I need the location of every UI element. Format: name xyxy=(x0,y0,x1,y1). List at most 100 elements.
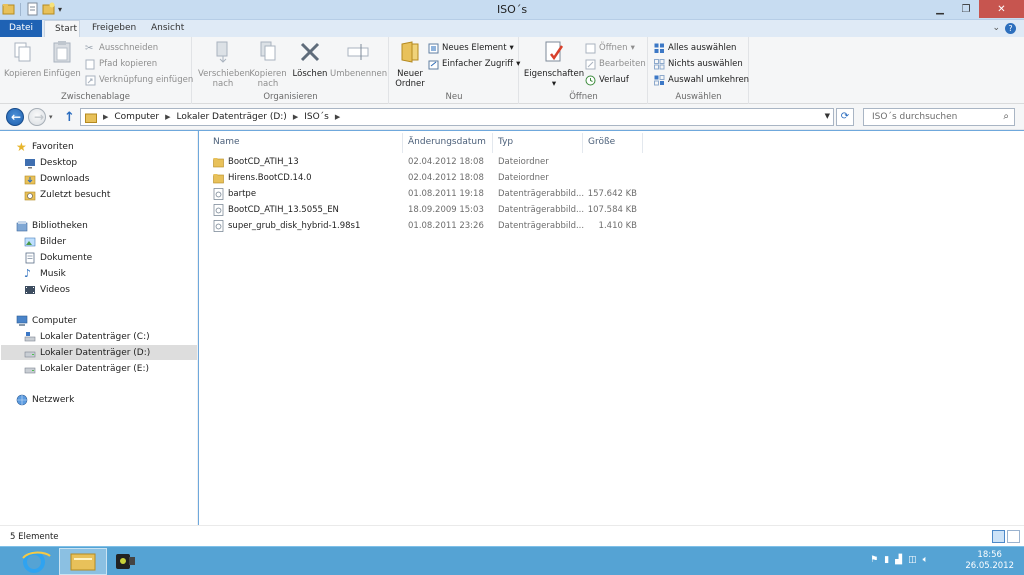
nav-libraries[interactable]: Bibliotheken xyxy=(16,218,88,233)
tab-start[interactable]: Start xyxy=(44,20,80,37)
breadcrumb-arrow-icon[interactable]: ▶ xyxy=(335,113,340,121)
column-header-date[interactable]: Änderungsdatum xyxy=(408,137,486,147)
breadcrumb-isos[interactable]: ISO´s xyxy=(304,112,329,122)
open-button[interactable]: Öffnen ▾ xyxy=(585,41,635,55)
copy-button[interactable]: Kopieren xyxy=(4,40,41,79)
recent-locations-icon[interactable]: ▾ xyxy=(49,113,53,121)
nav-computer[interactable]: Computer xyxy=(16,313,77,328)
file-explorer-taskbar-button[interactable] xyxy=(59,548,107,575)
nav-music[interactable]: ♪ Musik xyxy=(24,266,66,281)
table-row[interactable]: BootCD_ATIH_13.5055_EN 18.09.2009 15:03 … xyxy=(209,202,639,218)
tab-file[interactable]: Datei xyxy=(0,20,42,37)
copy-to-button[interactable]: Kopieren nach xyxy=(249,40,287,89)
edit-button[interactable]: Bearbeiten xyxy=(585,57,646,71)
maximize-button[interactable]: ❐ xyxy=(953,0,979,18)
nav-drive-e[interactable]: Lokaler Datenträger (E:) xyxy=(24,361,149,376)
nav-drive-c[interactable]: Lokaler Datenträger (C:) xyxy=(24,329,150,344)
network-tray-icon[interactable]: ◫ xyxy=(908,555,917,565)
column-divider[interactable] xyxy=(642,133,643,153)
videos-icon xyxy=(25,285,35,294)
group-open: Eigenschaften ▾ Öffnen ▾ Bearbeiten Verla… xyxy=(520,37,648,104)
copy-path-button[interactable]: Pfad kopieren xyxy=(85,57,157,71)
nav-favorites[interactable]: ★ Favoriten xyxy=(16,139,74,154)
invert-selection-button[interactable]: Auswahl umkehren xyxy=(654,73,749,87)
refresh-button[interactable]: ⟳ xyxy=(836,108,854,126)
breadcrumb-computer[interactable]: Computer xyxy=(114,112,159,122)
signal-icon[interactable]: ▟ xyxy=(895,555,902,565)
move-to-button[interactable]: Verschieben nach xyxy=(198,40,250,89)
ribbon-collapse-icon[interactable]: ⌄ xyxy=(992,23,1000,33)
breadcrumb-drive-d[interactable]: Lokaler Datenträger (D:) xyxy=(177,112,287,122)
forward-button[interactable]: → xyxy=(28,108,46,126)
table-row[interactable]: BootCD_ATIH_13 02.04.2012 18:08 Dateiord… xyxy=(209,154,639,170)
back-button[interactable]: ← xyxy=(6,108,24,126)
nav-videos[interactable]: Videos xyxy=(24,282,70,297)
desktop-icon xyxy=(25,158,35,168)
paste-shortcut-button[interactable]: Verknüpfung einfügen xyxy=(85,73,193,87)
volume-icon[interactable]: 🔈︎ xyxy=(923,555,928,565)
customize-toolbar-icon[interactable]: ▾ xyxy=(58,5,62,14)
table-row[interactable]: super_grub_disk_hybrid-1.98s1 01.08.2011… xyxy=(209,218,639,234)
nav-drive-d[interactable]: Lokaler Datenträger (D:) xyxy=(1,345,197,360)
new-item-button[interactable]: Neues Element ▾ xyxy=(428,41,514,55)
rename-button[interactable]: Umbenennen xyxy=(330,40,387,79)
copy-path-icon xyxy=(85,59,95,69)
battery-icon[interactable]: ▮ xyxy=(884,555,889,565)
window-title: ISO´s xyxy=(496,3,528,16)
column-header-size[interactable]: Größe xyxy=(588,137,615,147)
group-label-clipboard: Zwischenablage xyxy=(60,92,131,102)
flag-icon[interactable]: ⚑ xyxy=(870,555,878,565)
paste-icon xyxy=(53,41,71,63)
select-none-button[interactable]: Nichts auswählen xyxy=(654,57,743,71)
table-row[interactable]: Hirens.BootCD.14.0 02.04.2012 18:08 Date… xyxy=(209,170,639,186)
table-row[interactable]: bartpe 01.08.2011 19:18 Datenträgerabbil… xyxy=(209,186,639,202)
navigation-pane: ★ Favoriten Desktop Downloads Zuletzt be… xyxy=(0,131,198,525)
nav-documents[interactable]: Dokumente xyxy=(24,250,92,265)
delete-button[interactable]: Löschen xyxy=(292,40,328,79)
minimize-button[interactable]: ▁ xyxy=(927,0,953,18)
properties-icon[interactable] xyxy=(26,2,39,16)
nav-downloads[interactable]: Downloads xyxy=(24,171,89,186)
breadcrumb-arrow-icon[interactable]: ▶ xyxy=(293,113,298,121)
nav-desktop[interactable]: Desktop xyxy=(24,155,77,170)
new-folder-icon[interactable] xyxy=(42,2,55,16)
paste-button[interactable]: Einfügen xyxy=(43,40,81,79)
column-header-name[interactable]: Name xyxy=(213,137,240,147)
help-icon[interactable]: ? xyxy=(1005,23,1016,34)
new-folder-button[interactable]: Neuer Ordner xyxy=(393,40,427,89)
dropdown-arrow-icon: ▾ xyxy=(509,43,514,53)
internet-explorer-button[interactable] xyxy=(10,548,58,575)
tab-view[interactable]: Ansicht xyxy=(141,20,194,37)
folder-icon xyxy=(85,113,97,123)
history-button[interactable]: Verlauf xyxy=(585,73,629,87)
address-history-dropdown-icon[interactable]: ▼ xyxy=(825,112,830,120)
breadcrumb-arrow-icon[interactable]: ▶ xyxy=(103,113,108,121)
cut-button[interactable]: ✂ Ausschneiden xyxy=(85,41,158,55)
close-button[interactable]: ✕ xyxy=(979,0,1024,18)
nav-pictures[interactable]: Bilder xyxy=(24,234,66,249)
libraries-icon xyxy=(16,220,28,231)
column-divider[interactable] xyxy=(492,133,493,153)
details-view-button[interactable] xyxy=(992,530,1005,543)
nav-network[interactable]: Netzwerk xyxy=(16,392,74,407)
up-arrow-icon[interactable]: ↑ xyxy=(64,110,75,125)
properties-button[interactable]: Eigenschaften ▾ xyxy=(522,40,586,89)
column-header-type[interactable]: Typ xyxy=(498,137,513,147)
search-icon[interactable]: ⌕ xyxy=(1003,111,1009,122)
explorer-folder-icon[interactable] xyxy=(2,2,15,16)
search-input[interactable]: ISO´s durchsuchen ⌕ xyxy=(863,108,1015,126)
address-bar[interactable]: ▶ Computer ▶ Lokaler Datenträger (D:) ▶ … xyxy=(80,108,834,126)
group-organize: Verschieben nach Kopieren nach Löschen U… xyxy=(193,37,389,104)
tab-share[interactable]: Freigeben xyxy=(82,20,146,37)
column-divider[interactable] xyxy=(402,133,403,153)
large-icons-view-button[interactable] xyxy=(1007,530,1020,543)
nav-recent[interactable]: Zuletzt besucht xyxy=(24,187,110,202)
column-divider[interactable] xyxy=(582,133,583,153)
edit-icon xyxy=(585,59,596,69)
taskbar-clock[interactable]: 18:56 26.05.2012 xyxy=(965,550,1014,572)
easy-access-button[interactable]: Einfacher Zugriff ▾ xyxy=(428,57,520,71)
camcorder-app-button[interactable] xyxy=(101,548,149,575)
breadcrumb-arrow-icon[interactable]: ▶ xyxy=(165,113,170,121)
select-all-button[interactable]: Alles auswählen xyxy=(654,41,736,55)
new-item-icon xyxy=(428,43,439,53)
